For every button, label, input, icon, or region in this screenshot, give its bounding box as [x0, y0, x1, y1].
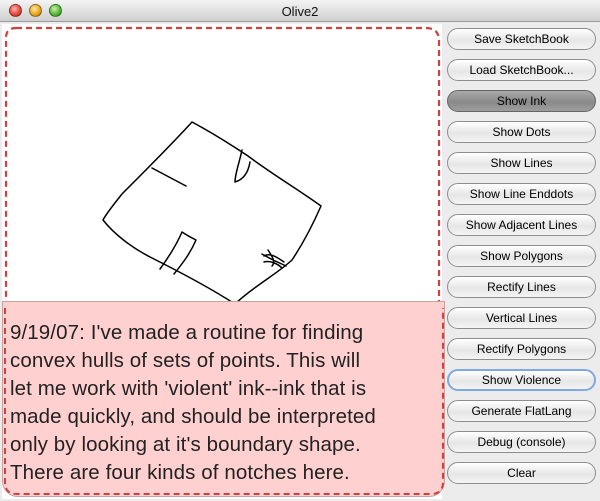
title-bar[interactable]: Olive2 [0, 0, 600, 22]
load-sketchbook-button[interactable]: Load SketchBook... [447, 59, 596, 81]
save-sketchbook-button[interactable]: Save SketchBook [447, 28, 596, 50]
rectify-lines-button[interactable]: Rectify Lines [447, 276, 596, 298]
selection-outline [4, 26, 441, 326]
show-ink-button[interactable]: Show Ink [447, 90, 596, 112]
show-line-enddots-button[interactable]: Show Line Enddots [447, 183, 596, 205]
note-text: 9/19/07: I've made a routine for finding… [10, 319, 440, 487]
show-lines-button[interactable]: Show Lines [447, 152, 596, 174]
note-line: convex hulls of sets of points. This wil… [10, 349, 361, 372]
show-polygons-button[interactable]: Show Polygons [447, 245, 596, 267]
vertical-lines-button[interactable]: Vertical Lines [447, 307, 596, 329]
window-title: Olive2 [281, 4, 319, 19]
note-panel: 9/19/07: I've made a routine for finding… [2, 301, 445, 497]
note-line: 9/19/07: I've made a routine for finding [10, 321, 364, 344]
clear-button[interactable]: Clear [447, 462, 596, 484]
ink-strokes [102, 121, 322, 305]
debug-console-button[interactable]: Debug (console) [447, 431, 596, 453]
show-dots-button[interactable]: Show Dots [447, 121, 596, 143]
generate-flatlang-button[interactable]: Generate FlatLang [447, 400, 596, 422]
note-line: There are four kinds of notches here. [10, 461, 350, 484]
note-line: made quickly, and should be interpreted [10, 405, 376, 428]
show-adjacent-lines-button[interactable]: Show Adjacent Lines [447, 214, 596, 236]
rectify-polygons-button[interactable]: Rectify Polygons [447, 338, 596, 360]
show-violence-button[interactable]: Show Violence [447, 369, 596, 391]
note-line: let me work with 'violent' ink--ink that… [10, 377, 367, 400]
note-line: only by looking at it's boundary shape. [10, 433, 361, 456]
